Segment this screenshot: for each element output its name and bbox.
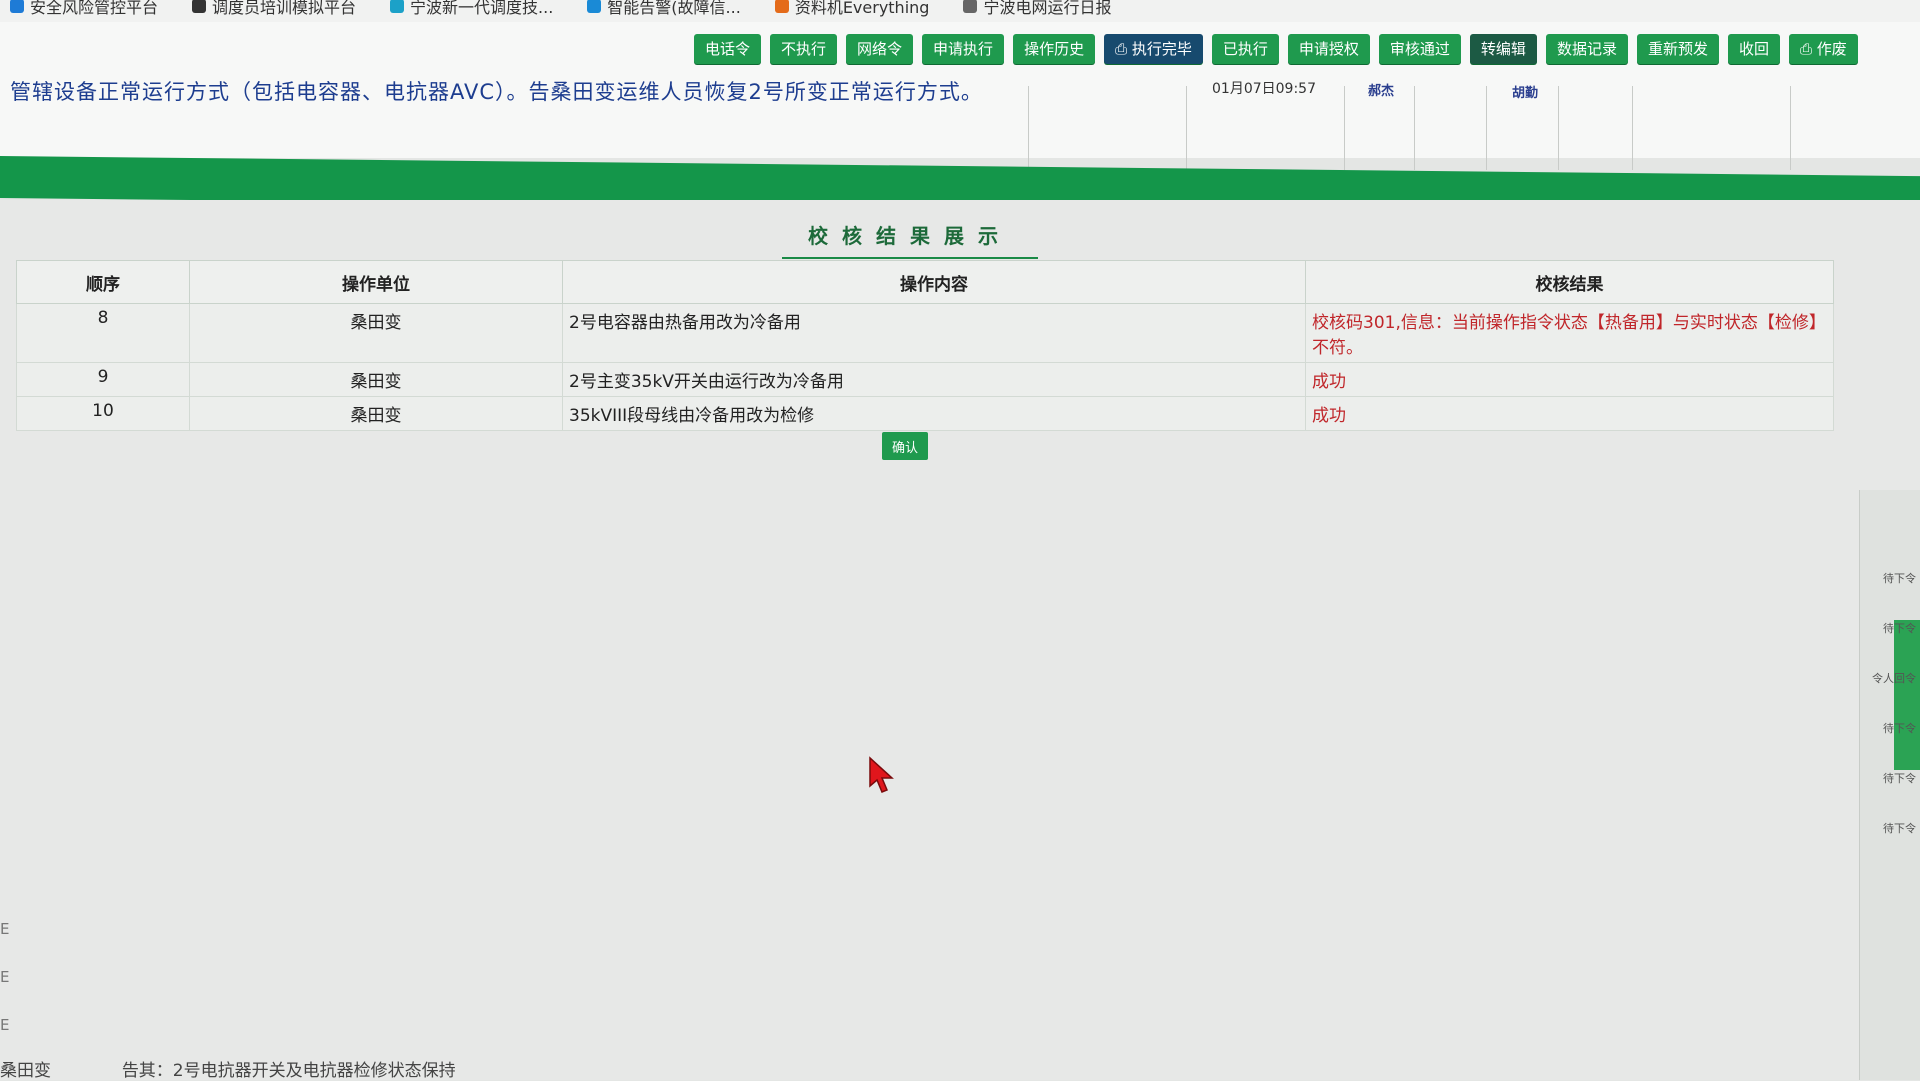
toolbar-button[interactable]: 不执行: [770, 34, 838, 64]
bookmark-label: 调度员培训模拟平台: [212, 0, 357, 17]
row-seq: 9: [16, 362, 190, 397]
side-status-item: 令人回令: [1872, 672, 1916, 685]
left-edge-mark: E: [0, 1016, 10, 1034]
bottom-text: 告其：2号电抗器开关及电抗器检修状态保持: [121, 1061, 456, 1081]
side-status-item: 待下令: [1883, 572, 1916, 585]
row-result: 校核码301,信息：当前操作指令状态【热备用】与实时状态【检修】不符。: [1305, 303, 1834, 363]
bookmark-label: 宁波新一代调度技...: [410, 0, 554, 17]
toolbar-button[interactable]: 操作历史: [1013, 34, 1096, 64]
mouse-cursor-icon: [869, 756, 894, 793]
row-content: 35kVIII段母线由冷备用改为检修: [562, 396, 1306, 431]
toolbar-button[interactable]: 网络令: [846, 34, 914, 64]
toolbar-button[interactable]: ⎙ 执行完毕: [1104, 34, 1203, 64]
document-icon: ⎙: [1799, 40, 1817, 58]
command-reviewer: 胡勤: [1512, 86, 1539, 101]
column-header-unit: 操作单位: [189, 260, 563, 304]
left-edge-mark: E: [0, 968, 10, 986]
bookmark-item[interactable]: 宁波新一代调度技...: [390, 0, 553, 18]
row-result: 成功: [1305, 362, 1834, 397]
toolbar-button[interactable]: 电话令: [694, 34, 762, 64]
command-toolbar: 电话令 不执行 网络令 申请执行 操作历史 ⎙ 执行完毕 已执行 申请授权 审核通过 转编辑 数据记…: [694, 34, 1858, 64]
column-divider: [1186, 86, 1187, 170]
toolbar-button[interactable]: 审核通过: [1378, 34, 1461, 64]
bookmark-item[interactable]: 宁波电网运行日报: [963, 0, 1111, 18]
column-divider: [1486, 86, 1487, 170]
bookmark-icon: [390, 0, 405, 13]
table-row: 10 桑田变 35kVIII段母线由冷备用改为检修 成功: [16, 396, 1834, 431]
column-divider: [1632, 86, 1633, 170]
command-text: 管辖设备正常运行方式（包括电容器、电抗器AVC）。告桑田变运维人员恢复2号所变正…: [10, 80, 983, 104]
column-header-content: 操作内容: [562, 260, 1306, 304]
toolbar-button[interactable]: 数据记录: [1545, 34, 1628, 64]
row-content: 2号电容器由热备用改为冷备用: [562, 303, 1306, 363]
export-icon: ⎙: [1115, 40, 1132, 58]
bookmark-label: 宁波电网运行日报: [983, 0, 1112, 17]
verification-results-table: 顺序 操作单位 操作内容 校核结果 8 桑田变 2号电容器由热备用改为冷备用 校核码3…: [16, 260, 1834, 431]
bookmark-icon: [10, 0, 24, 13]
toolbar-button[interactable]: 申请授权: [1287, 34, 1370, 64]
column-divider: [1028, 86, 1029, 170]
side-status-item: 待下令: [1883, 772, 1916, 785]
toolbar-button[interactable]: 收回: [1727, 34, 1780, 64]
toolbar-button[interactable]: 转编辑: [1469, 34, 1537, 64]
column-divider: [1344, 86, 1345, 170]
column-header-seq: 顺序: [16, 260, 190, 304]
row-content: 2号主变35kV开关由运行改为冷备用: [562, 362, 1306, 397]
table-row: 9 桑田变 2号主变35kV开关由运行改为冷备用 成功: [16, 362, 1834, 397]
bookmark-icon: [774, 0, 789, 13]
bookmark-icon: [587, 0, 602, 13]
toolbar-button[interactable]: ⎙ 作废: [1788, 34, 1858, 64]
bottom-command-row: 桑田变 告其：2号电抗器开关及电抗器检修状态保持: [0, 1056, 456, 1081]
bookmark-item[interactable]: 调度员培训模拟平台: [192, 0, 356, 18]
left-edge-mark: E: [0, 920, 10, 938]
table-header-row: 顺序 操作单位 操作内容 校核结果: [16, 260, 1834, 304]
side-status-item: 待下令: [1883, 722, 1916, 735]
bookmark-icon: [963, 0, 978, 13]
column-divider: [1790, 86, 1791, 170]
row-unit: 桑田变: [189, 303, 563, 363]
dialog-title: 校核结果展示: [782, 220, 1038, 259]
row-result: 成功: [1305, 396, 1834, 431]
column-header-result: 校核结果: [1305, 260, 1834, 304]
column-divider: [1414, 86, 1415, 170]
row-seq: 10: [16, 396, 190, 431]
row-unit: 桑田变: [189, 362, 563, 397]
verification-dialog: 校核结果展示 顺序 操作单位 操作内容 校核结果 8 桑田变 2号电容器由热备用改为…: [0, 200, 1920, 1080]
side-status-item: 待下令: [1883, 822, 1916, 835]
confirm-button[interactable]: 确认: [882, 432, 928, 460]
toolbar-button[interactable]: 已执行: [1211, 34, 1279, 64]
table-row: 8 桑田变 2号电容器由热备用改为冷备用 校核码301,信息：当前操作指令状态【热备用…: [16, 303, 1834, 363]
column-divider: [1558, 86, 1559, 170]
toolbar-button[interactable]: 重新预发: [1636, 34, 1719, 64]
side-status-item: 待下令: [1883, 622, 1916, 635]
bookmarks-bar: 安全风险管控平台 调度员培训模拟平台 宁波新一代调度技... 智能告警(故障信... 资…: [0, 0, 1920, 22]
bookmark-item[interactable]: 安全风险管控平台: [10, 0, 158, 18]
toolbar-button[interactable]: 申请执行: [922, 34, 1005, 64]
bottom-unit: 桑田变: [0, 1061, 51, 1081]
row-seq: 8: [16, 303, 190, 363]
bookmark-icon: [192, 0, 207, 13]
bookmark-item[interactable]: 资料机Everything: [774, 0, 930, 18]
side-status-panel: 待下令 待下令 令人回令 待下令 待下令 待下令: [1859, 490, 1920, 1080]
command-time: 01月07日09:57: [1212, 81, 1316, 97]
bookmark-label: 安全风险管控平台: [30, 0, 159, 17]
side-status-highlight: [1894, 620, 1920, 770]
command-header: 电话令 不执行 网络令 申请执行 操作历史 ⎙ 执行完毕 已执行 申请授权 审核通过 转编辑 数据记…: [0, 22, 1920, 170]
command-operator: 郝杰: [1368, 84, 1395, 99]
row-unit: 桑田变: [189, 396, 563, 431]
bookmark-label: 智能告警(故障信...: [607, 0, 741, 17]
bookmark-label: 资料机Everything: [794, 0, 930, 17]
bookmark-item[interactable]: 智能告警(故障信...: [587, 0, 741, 18]
